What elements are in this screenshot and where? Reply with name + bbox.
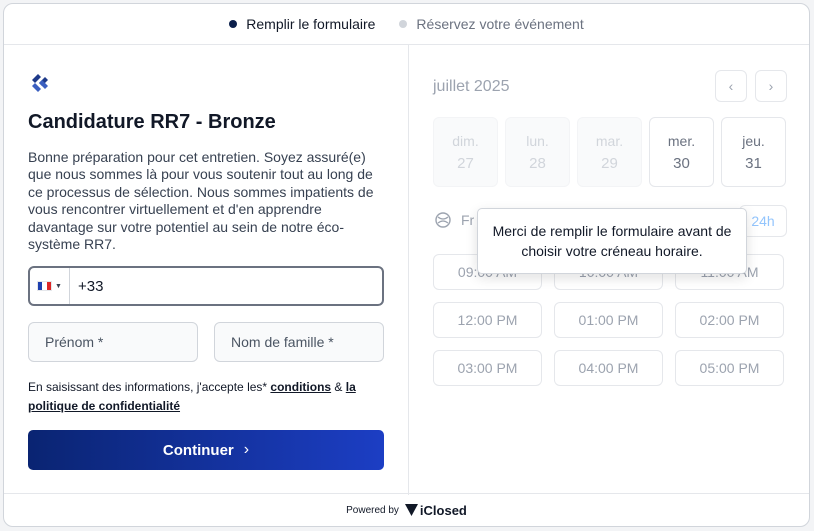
time-slot[interactable]: 12:00 PM	[433, 302, 542, 338]
time-slot[interactable]: 02:00 PM	[675, 302, 784, 338]
time-slot[interactable]: 01:00 PM	[554, 302, 663, 338]
phone-field: ▼ +33	[28, 266, 384, 306]
chevron-right-icon: ›	[768, 78, 774, 94]
france-flag-icon	[37, 281, 53, 291]
brand-logo-icon	[32, 74, 48, 92]
day-number: 30	[673, 154, 690, 172]
timezone-selector[interactable]: Fr	[435, 212, 474, 228]
brand-name: iClosed	[419, 502, 467, 518]
day-picker: dim. 27 lun. 28 mar. 29 mer. 30 jeu. 31	[433, 117, 786, 187]
day-cell: mar. 29	[577, 117, 642, 187]
iclosed-brand[interactable]: iClosed	[404, 502, 467, 518]
chevron-left-icon: ‹	[728, 78, 734, 94]
terms-joiner: &	[331, 380, 346, 394]
day-number: 27	[457, 154, 474, 172]
globe-icon	[435, 212, 451, 228]
calendar-month: juillet 2025	[433, 78, 510, 95]
terms-text: En saisissant des informations, j'accept…	[28, 378, 384, 416]
conditions-link[interactable]: conditions	[270, 380, 331, 394]
day-name: mar.	[595, 132, 624, 149]
terms-prefix: En saisissant des informations, j'accept…	[28, 380, 271, 394]
form-title: Candidature RR7 - Bronze	[28, 111, 276, 133]
powered-by-label: Powered by	[346, 504, 399, 516]
form-pane: Candidature RR7 - Bronze Bonne préparati…	[4, 45, 409, 495]
day-number: 31	[745, 154, 762, 172]
footer: Powered by iClosed	[4, 493, 809, 526]
step-label: Réservez votre événement	[416, 16, 584, 32]
day-name: lun.	[526, 132, 549, 149]
timezone-label: Fr	[461, 212, 475, 228]
continue-label: Continuer	[162, 441, 234, 459]
booking-card: Remplir le formulaire Réservez votre évé…	[3, 3, 810, 527]
iclosed-logo-icon	[404, 504, 418, 516]
form-description: Bonne préparation pour cet entretien. So…	[28, 149, 374, 253]
day-name: jeu.	[742, 132, 765, 149]
step-active-dot	[229, 20, 238, 28]
last-name-input[interactable]: Nom de famille *	[214, 322, 384, 362]
chevron-right-icon: ›	[243, 441, 250, 458]
step-inactive-dot	[399, 20, 408, 28]
day-cell: lun. 28	[505, 117, 570, 187]
time-slot[interactable]: 05:00 PM	[675, 350, 784, 386]
time-slot[interactable]: 04:00 PM	[554, 350, 663, 386]
day-name: mer.	[667, 132, 696, 149]
phone-input[interactable]: +33	[70, 278, 103, 295]
step-fill-form: Remplir le formulaire	[229, 16, 375, 32]
calendar-pane: juillet 2025 ‹ › dim. 27 lun. 28 mar. 29…	[409, 45, 809, 495]
step-label: Remplir le formulaire	[246, 16, 376, 32]
day-cell[interactable]: jeu. 31	[721, 117, 786, 187]
day-cell: dim. 27	[433, 117, 498, 187]
day-cell[interactable]: mer. 30	[649, 117, 714, 187]
step-book-event: Réservez votre événement	[399, 16, 584, 32]
day-number: 28	[529, 154, 546, 172]
caret-down-icon: ▼	[55, 282, 62, 290]
country-selector[interactable]: ▼	[30, 268, 70, 304]
next-month-button[interactable]: ›	[755, 70, 787, 102]
stepper: Remplir le formulaire Réservez votre évé…	[4, 4, 809, 45]
day-name: dim.	[452, 132, 479, 149]
continue-button[interactable]: Continuer ›	[28, 430, 384, 470]
day-number: 29	[601, 154, 618, 172]
time-slot[interactable]: 03:00 PM	[433, 350, 542, 386]
previous-month-button[interactable]: ‹	[715, 70, 747, 102]
first-name-input[interactable]: Prénom *	[28, 322, 198, 362]
fill-form-tooltip: Merci de remplir le formulaire avant de …	[477, 208, 747, 274]
